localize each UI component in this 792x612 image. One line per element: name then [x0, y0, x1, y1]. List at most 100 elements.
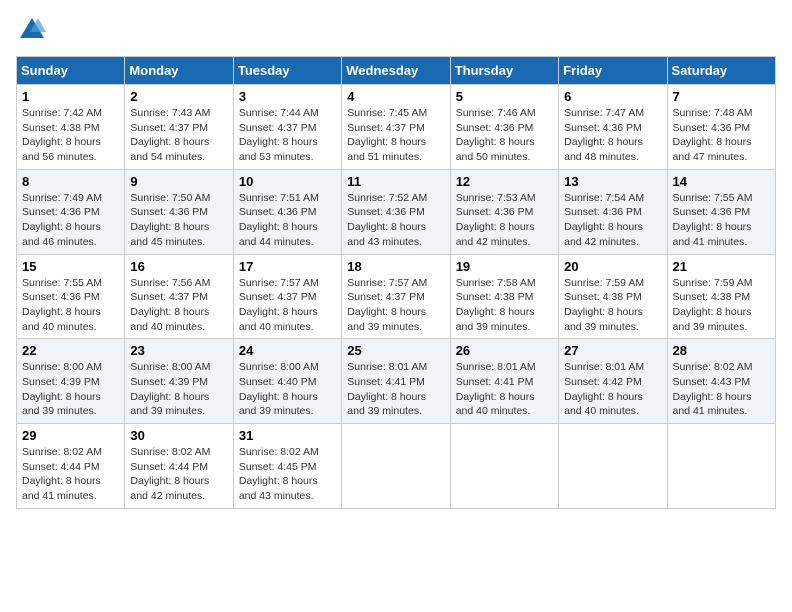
day-info: Sunrise: 8:01 AMSunset: 4:41 PMDaylight:… [347, 360, 444, 419]
day-number: 1 [22, 89, 119, 104]
calendar-cell: 19 Sunrise: 7:58 AMSunset: 4:38 PMDayligh… [450, 254, 558, 339]
day-number: 14 [673, 174, 770, 189]
calendar-cell: 9 Sunrise: 7:50 AMSunset: 4:36 PMDaylight… [125, 169, 233, 254]
calendar-cell [667, 424, 775, 509]
logo [16, 16, 46, 44]
calendar-cell: 12 Sunrise: 7:53 AMSunset: 4:36 PMDayligh… [450, 169, 558, 254]
day-number: 30 [130, 428, 227, 443]
day-info: Sunrise: 8:00 AMSunset: 4:39 PMDaylight:… [130, 360, 227, 419]
day-info: Sunrise: 7:54 AMSunset: 4:36 PMDaylight:… [564, 191, 661, 250]
calendar-cell: 25 Sunrise: 8:01 AMSunset: 4:41 PMDayligh… [342, 339, 450, 424]
calendar-cell: 29 Sunrise: 8:02 AMSunset: 4:44 PMDayligh… [17, 424, 125, 509]
day-number: 13 [564, 174, 661, 189]
calendar-week-row: 29 Sunrise: 8:02 AMSunset: 4:44 PMDayligh… [17, 424, 776, 509]
day-number: 19 [456, 259, 553, 274]
day-number: 4 [347, 89, 444, 104]
page-header [16, 16, 776, 44]
calendar-cell: 27 Sunrise: 8:01 AMSunset: 4:42 PMDayligh… [559, 339, 667, 424]
calendar-table: SundayMondayTuesdayWednesdayThursdayFrid… [16, 56, 776, 509]
day-info: Sunrise: 7:43 AMSunset: 4:37 PMDaylight:… [130, 106, 227, 165]
day-number: 7 [673, 89, 770, 104]
calendar-cell: 8 Sunrise: 7:49 AMSunset: 4:36 PMDaylight… [17, 169, 125, 254]
day-number: 15 [22, 259, 119, 274]
day-number: 29 [22, 428, 119, 443]
day-number: 18 [347, 259, 444, 274]
day-number: 9 [130, 174, 227, 189]
calendar-cell: 13 Sunrise: 7:54 AMSunset: 4:36 PMDayligh… [559, 169, 667, 254]
calendar-cell: 16Sunrise: 7:56 AMSunset: 4:37 PMDayligh… [125, 254, 233, 339]
day-info: Sunrise: 7:45 AMSunset: 4:37 PMDaylight:… [347, 106, 444, 165]
calendar-day-header: Sunday [17, 57, 125, 85]
day-info: Sunrise: 7:56 AMSunset: 4:37 PMDaylight:… [130, 276, 227, 335]
day-number: 2 [130, 89, 227, 104]
day-number: 8 [22, 174, 119, 189]
day-info: Sunrise: 7:58 AMSunset: 4:38 PMDaylight:… [456, 276, 553, 335]
day-info: Sunrise: 8:02 AMSunset: 4:44 PMDaylight:… [130, 445, 227, 504]
day-info: Sunrise: 8:02 AMSunset: 4:43 PMDaylight:… [673, 360, 770, 419]
calendar-cell [342, 424, 450, 509]
day-info: Sunrise: 8:00 AMSunset: 4:40 PMDaylight:… [239, 360, 336, 419]
day-number: 3 [239, 89, 336, 104]
day-number: 22 [22, 343, 119, 358]
calendar-day-header: Monday [125, 57, 233, 85]
calendar-cell: 26 Sunrise: 8:01 AMSunset: 4:41 PMDayligh… [450, 339, 558, 424]
day-number: 5 [456, 89, 553, 104]
calendar-cell: 5 Sunrise: 7:46 AMSunset: 4:36 PMDaylight… [450, 85, 558, 170]
day-info: Sunrise: 7:42 AMSunset: 4:38 PMDaylight:… [22, 106, 119, 165]
day-number: 21 [673, 259, 770, 274]
calendar-cell: 23 Sunrise: 8:00 AMSunset: 4:39 PMDayligh… [125, 339, 233, 424]
day-info: Sunrise: 7:48 AMSunset: 4:36 PMDaylight:… [673, 106, 770, 165]
calendar-cell: 20Sunrise: 7:59 AMSunset: 4:38 PMDayligh… [559, 254, 667, 339]
calendar-cell: 6 Sunrise: 7:47 AMSunset: 4:36 PMDaylight… [559, 85, 667, 170]
calendar-cell: 15Sunrise: 7:55 AMSunset: 4:36 PMDayligh… [17, 254, 125, 339]
day-number: 6 [564, 89, 661, 104]
day-info: Sunrise: 7:46 AMSunset: 4:36 PMDaylight:… [456, 106, 553, 165]
day-number: 25 [347, 343, 444, 358]
logo-icon [18, 16, 46, 44]
calendar-cell: 11 Sunrise: 7:52 AMSunset: 4:36 PMDayligh… [342, 169, 450, 254]
calendar-day-header: Thursday [450, 57, 558, 85]
calendar-week-row: 22 Sunrise: 8:00 AMSunset: 4:39 PMDayligh… [17, 339, 776, 424]
calendar-header-row: SundayMondayTuesdayWednesdayThursdayFrid… [17, 57, 776, 85]
calendar-day-header: Friday [559, 57, 667, 85]
day-info: Sunrise: 7:53 AMSunset: 4:36 PMDaylight:… [456, 191, 553, 250]
day-info: Sunrise: 7:59 AMSunset: 4:38 PMDaylight:… [673, 276, 770, 335]
day-info: Sunrise: 8:01 AMSunset: 4:42 PMDaylight:… [564, 360, 661, 419]
calendar-cell: 17 Sunrise: 7:57 AMSunset: 4:37 PMDayligh… [233, 254, 341, 339]
day-info: Sunrise: 7:51 AMSunset: 4:36 PMDaylight:… [239, 191, 336, 250]
day-info: Sunrise: 7:47 AMSunset: 4:36 PMDaylight:… [564, 106, 661, 165]
day-number: 24 [239, 343, 336, 358]
calendar-cell [559, 424, 667, 509]
day-info: Sunrise: 7:57 AMSunset: 4:37 PMDaylight:… [239, 276, 336, 335]
day-info: Sunrise: 7:50 AMSunset: 4:36 PMDaylight:… [130, 191, 227, 250]
calendar-cell: 14 Sunrise: 7:55 AMSunset: 4:36 PMDayligh… [667, 169, 775, 254]
day-info: Sunrise: 7:44 AMSunset: 4:37 PMDaylight:… [239, 106, 336, 165]
day-info: Sunrise: 8:02 AMSunset: 4:45 PMDaylight:… [239, 445, 336, 504]
day-info: Sunrise: 8:02 AMSunset: 4:44 PMDaylight:… [22, 445, 119, 504]
calendar-cell: 31 Sunrise: 8:02 AMSunset: 4:45 PMDayligh… [233, 424, 341, 509]
calendar-cell: 24 Sunrise: 8:00 AMSunset: 4:40 PMDayligh… [233, 339, 341, 424]
calendar-day-header: Tuesday [233, 57, 341, 85]
day-number: 23 [130, 343, 227, 358]
day-info: Sunrise: 7:52 AMSunset: 4:36 PMDaylight:… [347, 191, 444, 250]
day-info: Sunrise: 7:59 AMSunset: 4:38 PMDaylight:… [564, 276, 661, 335]
day-number: 31 [239, 428, 336, 443]
calendar-cell: 2 Sunrise: 7:43 AMSunset: 4:37 PMDaylight… [125, 85, 233, 170]
calendar-cell [450, 424, 558, 509]
calendar-cell: 10Sunrise: 7:51 AMSunset: 4:36 PMDayligh… [233, 169, 341, 254]
day-number: 27 [564, 343, 661, 358]
day-number: 12 [456, 174, 553, 189]
day-number: 17 [239, 259, 336, 274]
day-info: Sunrise: 7:49 AMSunset: 4:36 PMDaylight:… [22, 191, 119, 250]
day-number: 26 [456, 343, 553, 358]
calendar-week-row: 1 Sunrise: 7:42 AMSunset: 4:38 PMDaylight… [17, 85, 776, 170]
calendar-day-header: Wednesday [342, 57, 450, 85]
calendar-cell: 21 Sunrise: 7:59 AMSunset: 4:38 PMDayligh… [667, 254, 775, 339]
calendar-day-header: Saturday [667, 57, 775, 85]
day-info: Sunrise: 7:55 AMSunset: 4:36 PMDaylight:… [673, 191, 770, 250]
day-number: 28 [673, 343, 770, 358]
calendar-cell: 3 Sunrise: 7:44 AMSunset: 4:37 PMDaylight… [233, 85, 341, 170]
day-number: 11 [347, 174, 444, 189]
day-info: Sunrise: 8:01 AMSunset: 4:41 PMDaylight:… [456, 360, 553, 419]
calendar-cell: 18Sunrise: 7:57 AMSunset: 4:37 PMDayligh… [342, 254, 450, 339]
